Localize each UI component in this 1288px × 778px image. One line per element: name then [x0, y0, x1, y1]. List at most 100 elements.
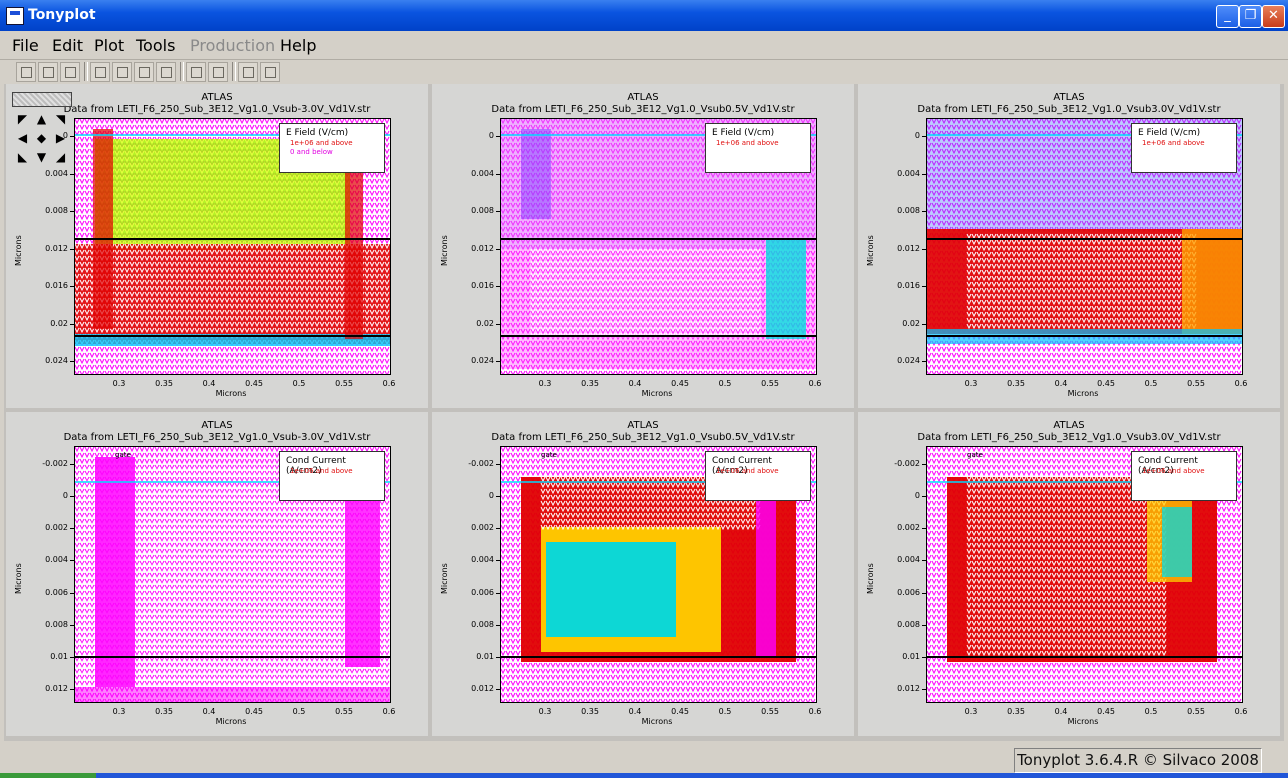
plot-area[interactable]: gate Cond Current (A/cm2) 1e+06 and above — [926, 446, 1243, 703]
x-tick-label: 0.45 — [1091, 379, 1121, 388]
x-tick-label: 0.3 — [956, 707, 986, 716]
duplicate-icon[interactable] — [156, 62, 176, 82]
pan-down-right-icon[interactable]: ◢ — [52, 149, 69, 166]
y-tick — [496, 592, 500, 594]
pan-down-left-icon[interactable]: ◣ — [14, 149, 31, 166]
legend-entry: 1e+06 and above — [1142, 467, 1205, 475]
restore-button[interactable]: ❐ — [1239, 5, 1262, 28]
y-tick — [496, 248, 500, 250]
y-tick — [922, 464, 926, 465]
plot-panel[interactable]: ATLAS Data from LETI_F6_250_Sub_3E12_Vg1.… — [6, 412, 428, 736]
y-tick — [70, 689, 74, 690]
y-tick — [922, 136, 926, 137]
plot-legend[interactable]: E Field (V/cm) 1e+06 and above — [1131, 123, 1237, 173]
y-tick-label: 0 — [454, 131, 494, 140]
plot-header: ATLAS — [432, 420, 854, 431]
y-tick-label: 0 — [880, 131, 920, 140]
prev-icon[interactable] — [238, 62, 258, 82]
pan-up-icon[interactable]: ▲ — [33, 111, 50, 128]
legend-entry: 1e+06 and above — [1142, 139, 1205, 147]
next-icon[interactable] — [260, 62, 280, 82]
y-tick-label: 0.004 — [880, 555, 920, 564]
plot-area[interactable]: E Field (V/cm) 1e+06 and above 0 and below — [74, 118, 391, 375]
plot-subtitle: Data from LETI_F6_250_Sub_3E12_Vg1.0_Vsu… — [858, 432, 1280, 443]
zoom-in-icon[interactable] — [186, 62, 206, 82]
menu-edit[interactable]: Edit — [52, 36, 83, 55]
x-tick-label: 0.6 — [1226, 379, 1256, 388]
plot-legend[interactable]: Cond Current (A/cm2) 1e+06 and above — [705, 451, 811, 501]
pan-down-icon[interactable]: ▼ — [33, 149, 50, 166]
plot-legend[interactable]: E Field (V/cm) 1e+06 and above 0 and below — [279, 123, 385, 173]
legend-entry: 1e+06 and above — [716, 139, 779, 147]
plot-panel[interactable]: ATLAS Data from LETI_F6_250_Sub_3E12_Vg1.… — [432, 412, 854, 736]
plot-legend[interactable]: Cond Current (A/cm2) 1e+06 and above — [1131, 451, 1237, 501]
y-tick-label: 0.012 — [454, 244, 494, 253]
y-tick-label: 0.012 — [880, 244, 920, 253]
y-tick — [70, 248, 74, 250]
y-tick-label: 0 — [28, 491, 68, 500]
y-tick-label: 0.01 — [454, 652, 494, 661]
y-tick-label: 0.01 — [880, 652, 920, 661]
plot-panel[interactable]: ATLAS Data from LETI_F6_250_Sub_3E12_Vg1.… — [432, 84, 854, 408]
plot-legend[interactable]: Cond Current (A/cm2) 1e+06 and above — [279, 451, 385, 501]
nav-handle[interactable] — [12, 92, 72, 107]
y-axis-label: Microns — [440, 563, 449, 594]
x-tick-label: 0.45 — [665, 379, 695, 388]
plot-panel[interactable]: ATLAS Data from LETI_F6_250_Sub_3E12_Vg1.… — [858, 412, 1280, 736]
load-icon[interactable] — [16, 62, 36, 82]
y-tick — [922, 624, 926, 626]
y-tick — [70, 464, 74, 465]
y-tick-label: 0.002 — [28, 523, 68, 532]
y-tick-label: 0.004 — [28, 555, 68, 564]
x-tick-label: 0.6 — [1226, 707, 1256, 716]
pan-up-right-icon[interactable]: ◥ — [52, 111, 69, 128]
x-tick-label: 0.35 — [149, 707, 179, 716]
pan-up-left-icon[interactable]: ◤ — [14, 111, 31, 128]
plot-area[interactable]: gate Cond Current (A/cm2) 1e+06 and above — [74, 446, 391, 703]
plot-subtitle: Data from LETI_F6_250_Sub_3E12_Vg1.0_Vsu… — [6, 432, 428, 443]
save-icon[interactable] — [38, 62, 58, 82]
y-tick-label: 0.02 — [880, 319, 920, 328]
x-tick-label: 0.55 — [755, 379, 785, 388]
x-tick-label: 0.4 — [620, 707, 650, 716]
x-tick-label: 0.5 — [710, 379, 740, 388]
pan-navigation-pad[interactable]: ◤ ▲ ◥ ◀ ◆ ▶ ◣ ▼ ◢ — [12, 92, 72, 166]
y-tick — [70, 496, 74, 498]
x-tick-label: 0.55 — [329, 379, 359, 388]
x-tick-label: 0.5 — [1136, 379, 1166, 388]
plot-panel[interactable]: ATLAS Data from LETI_F6_250_Sub_3E12_Vg1.… — [858, 84, 1280, 408]
paste-icon[interactable] — [134, 62, 154, 82]
print-icon[interactable] — [60, 62, 80, 82]
y-tick-label: 0.012 — [880, 684, 920, 693]
menu-tools[interactable]: Tools — [136, 36, 175, 55]
plot-legend[interactable]: E Field (V/cm) 1e+06 and above — [705, 123, 811, 173]
y-tick-label: 0.02 — [454, 319, 494, 328]
plot-area[interactable]: E Field (V/cm) 1e+06 and above — [926, 118, 1243, 375]
y-tick-label: 0.024 — [454, 356, 494, 365]
y-tick — [922, 496, 926, 498]
close-button[interactable]: ✕ — [1262, 5, 1285, 28]
copy-icon[interactable] — [112, 62, 132, 82]
gate-label: gate — [541, 451, 557, 459]
pan-center-icon[interactable]: ◆ — [33, 130, 50, 147]
pan-left-icon[interactable]: ◀ — [14, 130, 31, 147]
menu-help[interactable]: Help — [280, 36, 316, 55]
plot-area[interactable]: gate Cond Current (A/cm2) 1e+06 and above — [500, 446, 817, 703]
menu-plot[interactable]: Plot — [94, 36, 124, 55]
plot-area[interactable]: E Field (V/cm) 1e+06 and above — [500, 118, 817, 375]
y-axis-label: Microns — [440, 235, 449, 266]
y-tick-label: -0.002 — [880, 459, 920, 468]
select-icon[interactable] — [90, 62, 110, 82]
y-tick-label: 0.024 — [880, 356, 920, 365]
menu-file[interactable]: File — [12, 36, 39, 55]
app-icon[interactable] — [6, 7, 24, 25]
minimize-button[interactable]: _ — [1216, 5, 1239, 28]
x-tick-label: 0.5 — [284, 707, 314, 716]
zoom-out-icon[interactable] — [208, 62, 228, 82]
pan-right-icon[interactable]: ▶ — [52, 130, 69, 147]
x-axis-label: Microns — [181, 717, 281, 726]
toolbar-separator — [84, 62, 88, 81]
y-tick-label: 0.006 — [28, 588, 68, 597]
toolbar-separator — [232, 62, 236, 81]
y-tick — [496, 136, 500, 137]
